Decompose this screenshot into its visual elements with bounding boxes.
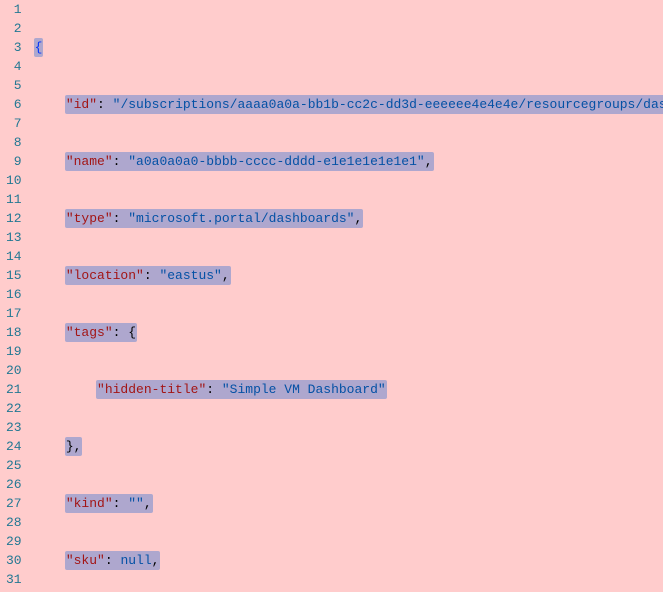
line-number: 13 bbox=[6, 228, 22, 247]
line-number: 14 bbox=[6, 247, 22, 266]
line-number: 7 bbox=[6, 114, 22, 133]
line-number: 11 bbox=[6, 190, 22, 209]
line-number: 16 bbox=[6, 285, 22, 304]
line-number: 20 bbox=[6, 361, 22, 380]
line-number: 19 bbox=[6, 342, 22, 361]
code-line[interactable]: "name": "a0a0a0a0-bbbb-cccc-dddd-e1e1e1e… bbox=[34, 152, 663, 171]
line-number: 22 bbox=[6, 399, 22, 418]
line-number: 30 bbox=[6, 551, 22, 570]
line-number: 12 bbox=[6, 209, 22, 228]
code-line[interactable]: "kind": "", bbox=[34, 494, 663, 513]
line-number: 3 bbox=[6, 38, 22, 57]
line-number: 25 bbox=[6, 456, 22, 475]
line-number: 28 bbox=[6, 513, 22, 532]
line-number: 31 bbox=[6, 570, 22, 589]
line-number: 18 bbox=[6, 323, 22, 342]
code-line[interactable]: }, bbox=[34, 437, 663, 456]
line-number: 26 bbox=[6, 475, 22, 494]
code-line[interactable]: { bbox=[34, 38, 663, 57]
line-number: 2 bbox=[6, 19, 22, 38]
line-number: 23 bbox=[6, 418, 22, 437]
line-number: 8 bbox=[6, 133, 22, 152]
line-number: 6 bbox=[6, 95, 22, 114]
code-line[interactable]: "id": "/subscriptions/aaaa0a0a-bb1b-cc2c… bbox=[34, 95, 663, 114]
code-line[interactable]: "hidden-title": "Simple VM Dashboard" bbox=[34, 380, 663, 399]
code-editor[interactable]: 1 2 3 4 5 6 7 8 9 10 11 12 13 14 15 16 1… bbox=[0, 0, 663, 592]
code-line[interactable]: "tags": { bbox=[34, 323, 663, 342]
line-number: 24 bbox=[6, 437, 22, 456]
code-line[interactable]: "sku": null, bbox=[34, 551, 663, 570]
line-number: 1 bbox=[6, 0, 22, 19]
line-number-gutter: 1 2 3 4 5 6 7 8 9 10 11 12 13 14 15 16 1… bbox=[0, 0, 32, 592]
line-number: 17 bbox=[6, 304, 22, 323]
code-line[interactable]: "location": "eastus", bbox=[34, 266, 663, 285]
line-number: 27 bbox=[6, 494, 22, 513]
line-number: 9 bbox=[6, 152, 22, 171]
line-number: 15 bbox=[6, 266, 22, 285]
line-number: 21 bbox=[6, 380, 22, 399]
line-number: 4 bbox=[6, 57, 22, 76]
line-number: 10 bbox=[6, 171, 22, 190]
line-number: 5 bbox=[6, 76, 22, 95]
code-content[interactable]: { "id": "/subscriptions/aaaa0a0a-bb1b-cc… bbox=[32, 0, 663, 592]
line-number: 29 bbox=[6, 532, 22, 551]
code-line[interactable]: "type": "microsoft.portal/dashboards", bbox=[34, 209, 663, 228]
